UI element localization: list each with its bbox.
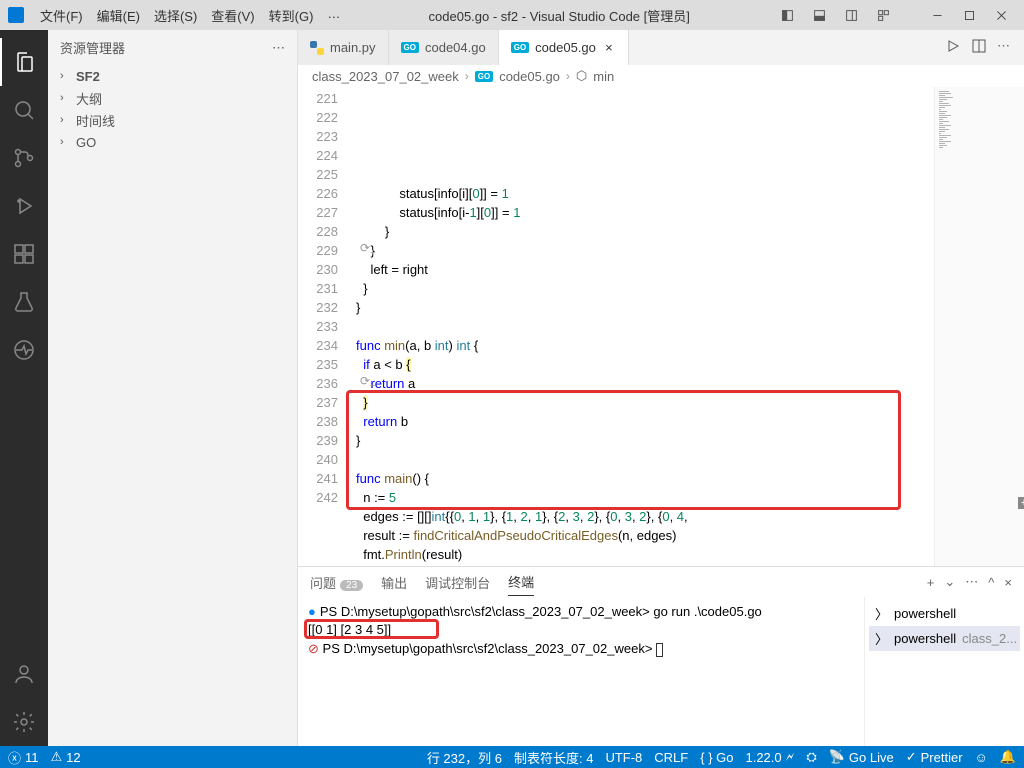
titlebar: 文件(F) 编辑(E) 选择(S) 查看(V) 转到(G) … code05.g… [0, 0, 1024, 30]
menu-select[interactable]: 选择(S) [148, 2, 203, 29]
activity-extensions[interactable] [0, 230, 48, 278]
menu-goto[interactable]: 转到(G) [263, 2, 320, 29]
status-feedback-icon[interactable]: ☺ [975, 750, 988, 765]
activity-account[interactable] [0, 650, 48, 698]
menu-more[interactable]: … [321, 2, 346, 29]
symbol-icon: ⬡ [576, 68, 587, 84]
shell-icon: 〉 [875, 604, 888, 623]
code-editor[interactable]: 2212222232242252262272282292302312322332… [298, 87, 1024, 566]
status-prettier[interactable]: ✓ Prettier [906, 749, 963, 765]
status-warnings[interactable]: ⚠ 12 [51, 749, 81, 765]
menu-file[interactable]: 文件(F) [34, 2, 89, 29]
status-go-live[interactable]: 📡 Go Live [829, 749, 894, 765]
sidebar-title: 资源管理器 [60, 38, 125, 57]
vscode-icon [8, 7, 24, 23]
panel-tab-problems[interactable]: 问题23 [310, 569, 363, 596]
explorer-tree: ›SF2 ›大纲 ›时间线 ›GO [48, 65, 297, 153]
status-bar: ⓧ 11 ⚠ 12 行 232，列 6 制表符长度: 4 UTF-8 CRLF … [0, 746, 1024, 768]
window-layout-controls [772, 3, 1016, 27]
editor-tabs: main.py GOcode04.go GOcode05.go× ⋯ [298, 30, 1024, 65]
tab-more-icon[interactable]: ⋯ [997, 38, 1010, 57]
bottom-panel: 问题23 输出 调试控制台 终端 + ⌄ ⋯ ^ × ●PS D:\mysetu… [298, 566, 1024, 746]
status-encoding[interactable]: UTF-8 [605, 750, 642, 765]
activity-testing[interactable] [0, 278, 48, 326]
tab-code04-go[interactable]: GOcode04.go [389, 30, 499, 65]
activity-settings[interactable] [0, 698, 48, 746]
terminal[interactable]: ●PS D:\mysetup\gopath\src\sf2\class_2023… [298, 597, 864, 746]
panel-tab-debug[interactable]: 调试控制台 [425, 569, 490, 596]
sidebar-explorer: 资源管理器 ⋯ ›SF2 ›大纲 ›时间线 ›GO [48, 30, 298, 746]
sidebar-header: 资源管理器 ⋯ [48, 30, 297, 65]
panel-tabs: 问题23 输出 调试控制台 终端 + ⌄ ⋯ ^ × [298, 567, 1024, 597]
terminal-prompt: PS D:\mysetup\gopath\src\sf2\class_2023_… [323, 641, 657, 656]
tree-section-go[interactable]: ›GO [48, 131, 297, 153]
breadcrumb-file[interactable]: code05.go [499, 69, 560, 84]
breadcrumb-folder[interactable]: class_2023_07_02_week [312, 69, 459, 84]
terminal-output: [[0 1] [2 3 4 5]] [308, 622, 391, 637]
sidebar-more-icon[interactable]: ⋯ [272, 40, 285, 56]
breadcrumb-symbol[interactable]: min [593, 69, 614, 84]
code-lens-icon[interactable]: ⟳+ [360, 372, 375, 395]
activity-bar [0, 30, 48, 746]
activity-source-control[interactable] [0, 134, 48, 182]
status-errors[interactable]: ⓧ 11 [8, 748, 39, 767]
line-gutter: 2212222232242252262272282292302312322332… [298, 87, 348, 566]
editor-area: main.py GOcode04.go GOcode05.go× ⋯ class… [298, 30, 1024, 746]
menu-edit[interactable]: 编辑(E) [91, 2, 146, 29]
panel-more-icon[interactable]: ⋯ [965, 574, 978, 590]
panel-tab-terminal[interactable]: 终端 [508, 568, 534, 596]
status-tab-size[interactable]: 制表符长度: 4 [514, 748, 593, 767]
layout-sidebar-left-icon[interactable] [772, 3, 802, 27]
tree-section-workspace[interactable]: ›SF2 [48, 65, 297, 87]
status-cursor-position[interactable]: 行 232，列 6 [427, 748, 502, 767]
shell-icon: 〉 [875, 629, 888, 648]
tab-code05-go[interactable]: GOcode05.go× [499, 30, 629, 65]
activity-search[interactable] [0, 86, 48, 134]
python-icon [310, 41, 324, 55]
panel-tab-output[interactable]: 输出 [381, 569, 407, 596]
terminal-line: PS D:\mysetup\gopath\src\sf2\class_2023_… [320, 604, 762, 619]
code-content[interactable]: ⟳+ ⟳+ status[info[i][0]] = 1 status[info… [348, 87, 934, 566]
breadcrumb[interactable]: class_2023_07_02_week› GOcode05.go› ⬡min [298, 65, 1024, 87]
status-go-version[interactable]: 1.22.0 🗲 [745, 749, 794, 765]
window-minimize[interactable] [922, 3, 952, 27]
status-go-debug[interactable]: ⛭ [806, 749, 816, 765]
status-notifications-icon[interactable]: 🔔 [1000, 749, 1016, 765]
activity-debug[interactable] [0, 182, 48, 230]
terminal-list: 〉powershell 〉powershell class_2... [864, 597, 1024, 746]
menu-bar: 文件(F) 编辑(E) 选择(S) 查看(V) 转到(G) … [34, 2, 346, 29]
go-icon: GO [475, 71, 493, 82]
window-close[interactable] [986, 3, 1016, 27]
go-icon: GO [401, 42, 419, 53]
tree-section-timeline[interactable]: ›时间线 [48, 109, 297, 131]
tab-close-icon[interactable]: × [602, 41, 616, 55]
terminal-dropdown-icon[interactable]: ⌄ [944, 574, 955, 590]
minimap[interactable]: ▬▬▬▬▬▬▬▬▬▬▬▬▬▬▬▬▬▬▬▬▬▬▬▬▬▬▬▬▬▬▬▬▬▬▬▬▬▬▬▬… [934, 87, 1024, 566]
go-icon: GO [511, 42, 529, 53]
window-title: code05.go - sf2 - Visual Studio Code [管理… [346, 6, 772, 25]
tree-section-outline[interactable]: ›大纲 [48, 87, 297, 109]
terminal-list-item[interactable]: 〉powershell [869, 601, 1020, 626]
window-maximize[interactable] [954, 3, 984, 27]
layout-panel-icon[interactable] [804, 3, 834, 27]
minimap-expand-icon[interactable]: + [1018, 497, 1024, 509]
run-icon[interactable] [945, 38, 961, 57]
terminal-new-icon[interactable]: + [927, 575, 935, 590]
layout-sidebar-right-icon[interactable] [836, 3, 866, 27]
panel-maximize-icon[interactable]: ^ [988, 575, 994, 590]
activity-explorer[interactable] [0, 38, 48, 86]
layout-customize-icon[interactable] [868, 3, 898, 27]
split-editor-icon[interactable] [971, 38, 987, 57]
panel-close-icon[interactable]: × [1004, 575, 1012, 590]
terminal-list-item[interactable]: 〉powershell class_2... [869, 626, 1020, 651]
menu-view[interactable]: 查看(V) [205, 2, 260, 29]
status-eol[interactable]: CRLF [654, 750, 688, 765]
activity-remote[interactable] [0, 326, 48, 374]
minimap-content: ▬▬▬▬▬▬▬▬▬▬▬▬▬▬▬▬▬▬▬▬▬▬▬▬▬▬▬▬▬▬▬▬▬▬▬▬▬▬▬▬… [939, 91, 953, 149]
code-lens-icon[interactable]: ⟳+ [360, 239, 375, 262]
tab-main-py[interactable]: main.py [298, 30, 389, 65]
status-language[interactable]: { } Go [700, 750, 733, 765]
